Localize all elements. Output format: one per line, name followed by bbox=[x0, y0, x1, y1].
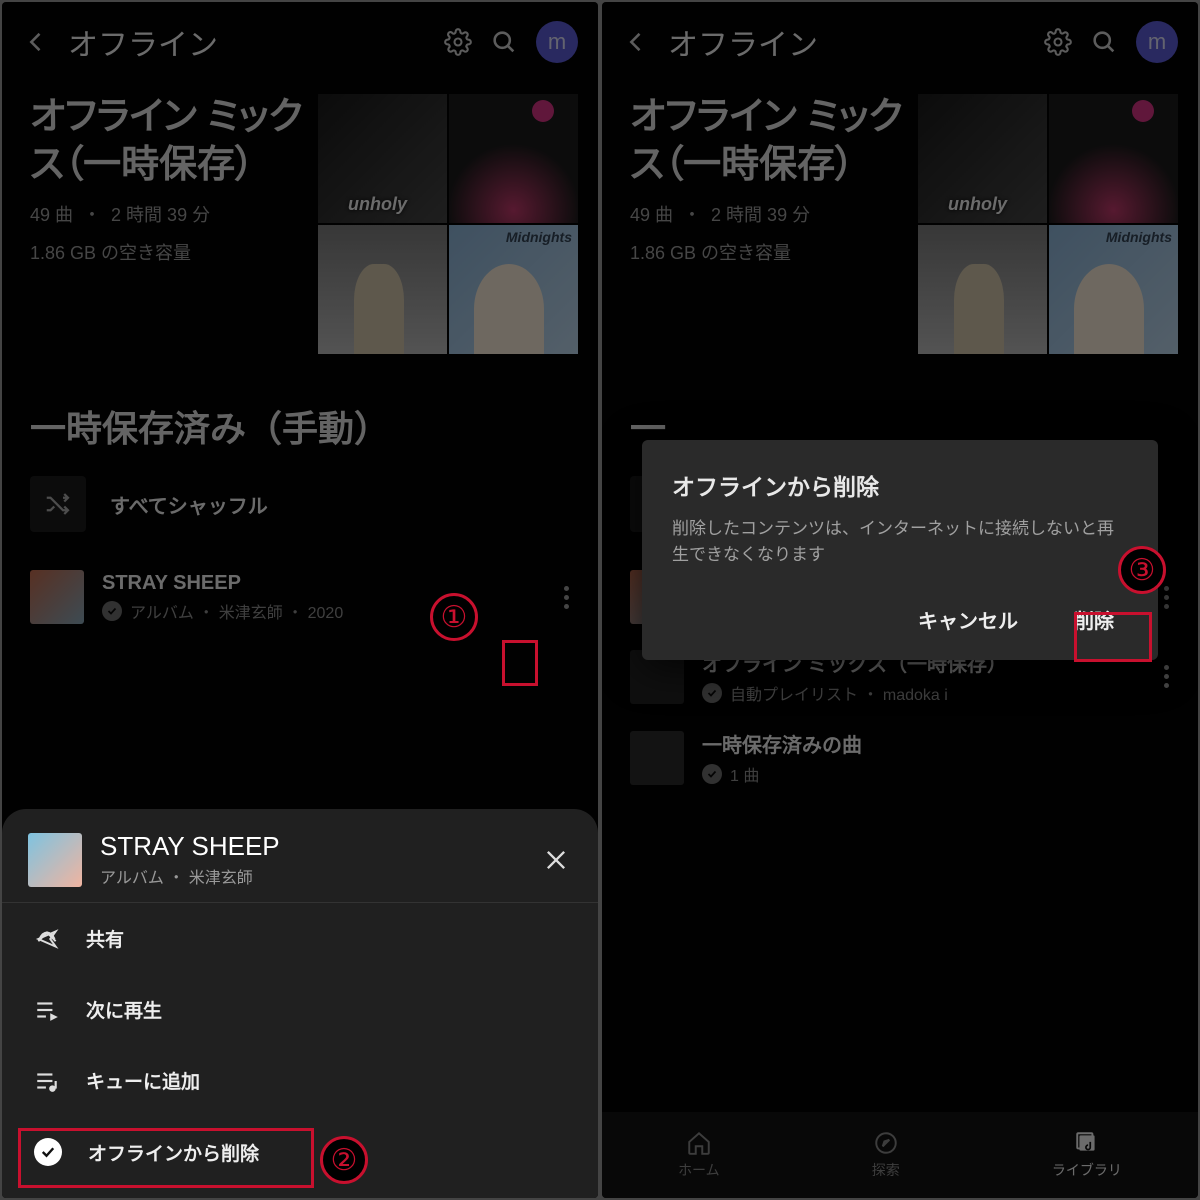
screen-right: オフライン m オフライン ミックス（一時保存） 49 曲 ・ 2 時間 39 … bbox=[602, 2, 1198, 1198]
artwork-4: Midnights bbox=[449, 225, 578, 354]
callout-3: ③ bbox=[1118, 546, 1166, 594]
close-icon[interactable] bbox=[540, 844, 572, 876]
shuffle-all-label: すべてシャッフル bbox=[110, 490, 268, 519]
callout-1: ① bbox=[430, 593, 478, 641]
mix-songs: 49 曲 bbox=[30, 205, 73, 225]
more-button[interactable] bbox=[552, 577, 580, 617]
list-item[interactable]: 一時保存済みの曲 1 曲 bbox=[602, 717, 1198, 798]
nav-library[interactable]: ライブラリ bbox=[1052, 1130, 1122, 1180]
back-icon[interactable] bbox=[622, 28, 650, 56]
avatar[interactable]: m bbox=[536, 21, 578, 63]
header: オフライン m bbox=[602, 2, 1198, 74]
artwork-1-label: unholy bbox=[948, 194, 1007, 215]
page-title: オフライン bbox=[668, 20, 1026, 64]
gear-icon[interactable] bbox=[444, 28, 472, 56]
list-item[interactable]: STRAY SHEEP アルバム ・ 米津玄師 ・ 2020 bbox=[2, 558, 598, 636]
album-thumb bbox=[30, 570, 84, 624]
sheet-play-next[interactable]: 次に再生 bbox=[2, 974, 598, 1045]
bottom-nav: ホーム 探索 ライブラリ bbox=[602, 1112, 1198, 1198]
dialog-message: 削除したコンテンツは、インターネットに接続しないと再生できなくなります bbox=[672, 516, 1128, 567]
downloaded-icon bbox=[702, 764, 722, 784]
item-meta-text: アルバム ・ 米津玄師 ・ 2020 bbox=[130, 599, 343, 623]
sheet-add-queue[interactable]: キューに追加 bbox=[2, 1045, 598, 1116]
shuffle-all-row[interactable]: すべてシャッフル bbox=[2, 466, 598, 548]
artwork-1-label: unholy bbox=[348, 194, 407, 215]
mix-artwork-grid: unholy Midnights bbox=[918, 94, 1178, 354]
sheet-add-queue-label: キューに追加 bbox=[86, 1067, 200, 1094]
page-title: オフライン bbox=[68, 20, 426, 64]
item-meta: 自動プレイリスト ・ madoka i bbox=[702, 681, 1134, 705]
mix-header: オフライン ミックス（一時保存） 49 曲 ・ 2 時間 39 分 1.86 G… bbox=[2, 74, 598, 364]
sheet-share[interactable]: 共有 bbox=[2, 903, 598, 974]
more-button[interactable] bbox=[1152, 657, 1180, 697]
songs-thumb bbox=[630, 731, 684, 785]
artwork-3 bbox=[918, 225, 1047, 354]
nav-explore-label: 探索 bbox=[872, 1160, 900, 1180]
artwork-1: unholy bbox=[918, 94, 1047, 223]
share-icon bbox=[34, 926, 60, 952]
artwork-3 bbox=[318, 225, 447, 354]
gear-icon[interactable] bbox=[1044, 28, 1072, 56]
nav-explore[interactable]: 探索 bbox=[872, 1130, 900, 1180]
search-icon[interactable] bbox=[490, 28, 518, 56]
artwork-4: Midnights bbox=[1049, 225, 1178, 354]
mix-songs: 49 曲 bbox=[630, 205, 673, 225]
mix-storage: 1.86 GB の空き容量 bbox=[30, 239, 308, 265]
mix-meta: 49 曲 ・ 2 時間 39 分 bbox=[630, 201, 908, 227]
artwork-4-label: Midnights bbox=[506, 229, 572, 245]
callout-2: ② bbox=[320, 1136, 368, 1184]
shuffle-icon[interactable] bbox=[30, 476, 86, 532]
mix-header: オフライン ミックス（一時保存） 49 曲 ・ 2 時間 39 分 1.86 G… bbox=[602, 74, 1198, 364]
highlight-delete-button bbox=[1074, 612, 1152, 662]
item-title: 一時保存済みの曲 bbox=[702, 729, 1180, 758]
avatar-letter: m bbox=[548, 29, 566, 55]
highlight-remove-offline bbox=[18, 1128, 314, 1188]
screen-left: オフライン m オフライン ミックス（一時保存） 49 曲 ・ 2 時間 39 … bbox=[2, 2, 598, 1198]
artwork-2 bbox=[449, 94, 578, 223]
sheet-share-label: 共有 bbox=[86, 925, 124, 952]
downloaded-icon bbox=[102, 601, 122, 621]
queue-icon bbox=[34, 1068, 60, 1094]
play-next-icon bbox=[34, 997, 60, 1023]
item-meta-text: 自動プレイリスト ・ madoka i bbox=[730, 681, 948, 705]
cancel-button[interactable]: キャンセル bbox=[904, 595, 1032, 644]
search-icon[interactable] bbox=[1090, 28, 1118, 56]
section-saved-manual: 一時保存済み（手動） bbox=[2, 364, 598, 466]
mix-meta: 49 曲 ・ 2 時間 39 分 bbox=[30, 201, 308, 227]
nav-home-label: ホーム bbox=[678, 1160, 720, 1180]
sheet-subtitle: アルバム ・ 米津玄師 bbox=[100, 864, 522, 888]
artwork-1: unholy bbox=[318, 94, 447, 223]
item-meta: 1 曲 bbox=[702, 762, 1180, 786]
sheet-play-next-label: 次に再生 bbox=[86, 996, 162, 1023]
mix-title: オフライン ミックス（一時保存） bbox=[30, 94, 308, 189]
sheet-header: STRAY SHEEP アルバム ・ 米津玄師 bbox=[2, 809, 598, 903]
downloaded-icon bbox=[702, 683, 722, 703]
mix-title: オフライン ミックス（一時保存） bbox=[630, 94, 908, 189]
artwork-2 bbox=[1049, 94, 1178, 223]
item-title: STRAY SHEEP bbox=[102, 572, 534, 595]
artwork-4-label: Midnights bbox=[1106, 229, 1172, 245]
item-meta-text: 1 曲 bbox=[730, 762, 759, 786]
avatar[interactable]: m bbox=[1136, 21, 1178, 63]
avatar-letter: m bbox=[1148, 29, 1166, 55]
nav-home[interactable]: ホーム bbox=[678, 1130, 720, 1180]
mix-artwork-grid: unholy Midnights bbox=[318, 94, 578, 354]
mix-duration: 2 時間 39 分 bbox=[711, 205, 810, 225]
highlight-more-button bbox=[502, 640, 538, 686]
nav-library-label: ライブラリ bbox=[1052, 1160, 1122, 1180]
dialog-title: オフラインから削除 bbox=[672, 468, 1128, 502]
sheet-thumb bbox=[28, 833, 82, 887]
sheet-title: STRAY SHEEP bbox=[100, 831, 522, 862]
header: オフライン m bbox=[2, 2, 598, 74]
mix-duration: 2 時間 39 分 bbox=[111, 205, 210, 225]
mix-storage: 1.86 GB の空き容量 bbox=[630, 239, 908, 265]
back-icon[interactable] bbox=[22, 28, 50, 56]
